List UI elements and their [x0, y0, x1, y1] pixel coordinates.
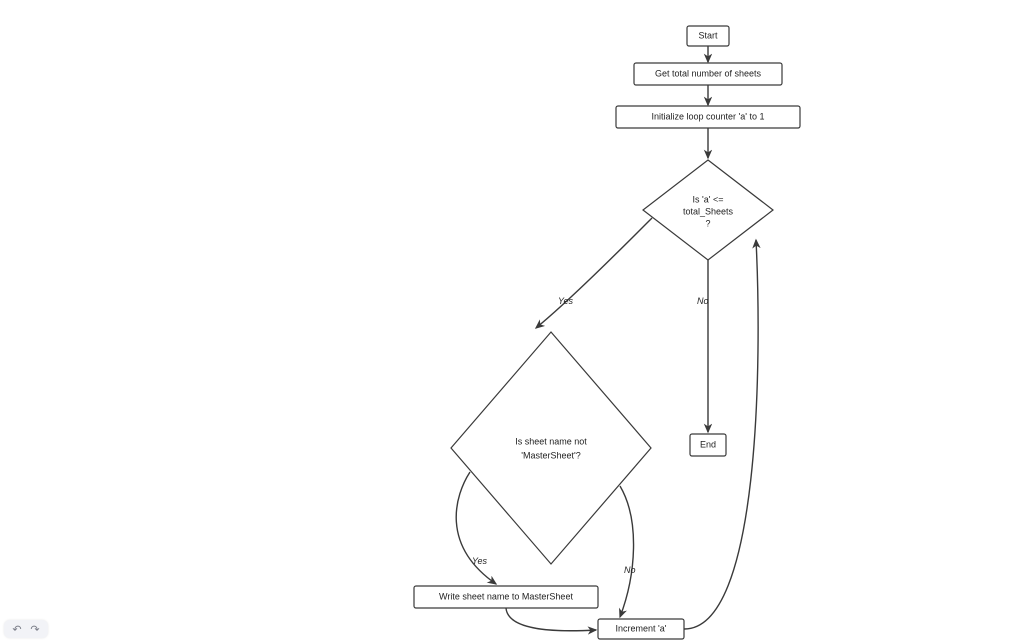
- node-increment: Increment 'a': [598, 619, 684, 639]
- label-cond2-line1: Is sheet name not: [515, 436, 587, 446]
- edge-write-to-increment: [506, 608, 596, 631]
- node-start: Start: [687, 26, 729, 46]
- node-write: Write sheet name to MasterSheet: [414, 586, 598, 608]
- label-cond2-yes: Yes: [472, 556, 488, 566]
- undo-icon[interactable]: ↶: [10, 622, 24, 636]
- node-init: Initialize loop counter 'a' to 1: [616, 106, 800, 128]
- edge-cond2-no: [620, 486, 634, 617]
- label-write: Write sheet name to MasterSheet: [439, 591, 573, 601]
- label-cond1-line2: total_Sheets: [683, 206, 734, 216]
- edge-cond1-yes: [536, 218, 652, 328]
- node-cond2: Is sheet name not 'MasterSheet'?: [451, 332, 651, 564]
- node-get-total: Get total number of sheets: [634, 63, 782, 85]
- label-init: Initialize loop counter 'a' to 1: [651, 111, 764, 121]
- label-cond1-line1: Is 'a' <=: [693, 194, 724, 204]
- flowchart-canvas: Start Get total number of sheets Initial…: [0, 0, 1024, 642]
- label-cond1-yes: Yes: [558, 296, 574, 306]
- label-cond2-line2: 'MasterSheet'?: [521, 450, 580, 460]
- label-end: End: [700, 439, 716, 449]
- history-toolbar: ↶ ↷: [4, 620, 48, 638]
- redo-icon[interactable]: ↷: [28, 622, 42, 636]
- label-get-total: Get total number of sheets: [655, 68, 762, 78]
- label-increment: Increment 'a': [616, 623, 667, 633]
- label-start: Start: [698, 30, 718, 40]
- node-cond1: Is 'a' <= total_Sheets ?: [643, 160, 773, 260]
- label-cond1-line3: ?: [705, 218, 710, 228]
- label-cond1-no: No: [697, 296, 709, 306]
- node-end: End: [690, 434, 726, 456]
- label-cond2-no: No: [624, 565, 636, 575]
